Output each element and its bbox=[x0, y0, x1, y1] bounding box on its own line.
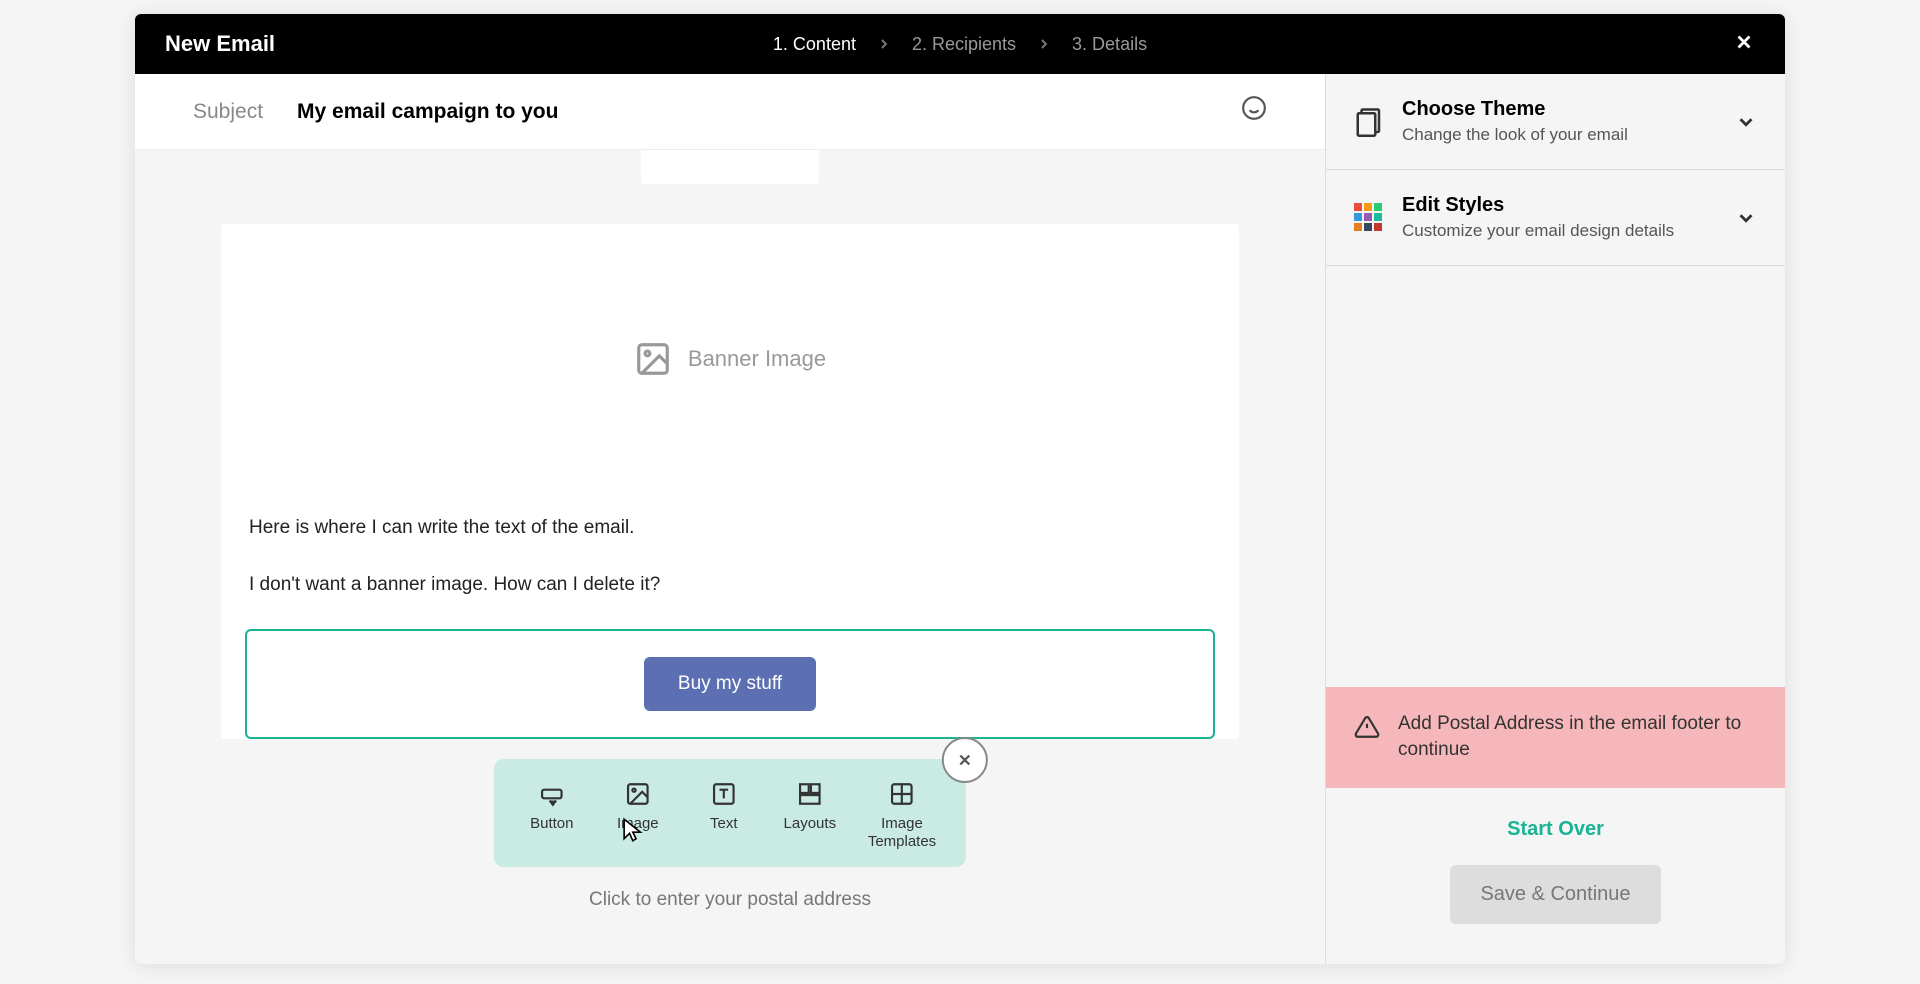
step-details[interactable]: 3. Details bbox=[1072, 34, 1147, 55]
email-composer-modal: New Email 1. Content 2. Recipients 3. De… bbox=[135, 14, 1785, 964]
cta-button[interactable]: Buy my stuff bbox=[644, 657, 816, 711]
chevron-right-icon bbox=[1036, 36, 1052, 52]
chevron-down-icon bbox=[1735, 111, 1757, 133]
theme-icon bbox=[1354, 107, 1384, 137]
subject-label: Subject bbox=[193, 100, 263, 124]
save-label: Save & Continue bbox=[1480, 883, 1630, 905]
add-image[interactable]: Image bbox=[610, 781, 666, 851]
emoji-button[interactable] bbox=[1241, 95, 1267, 128]
add-label: Image bbox=[617, 815, 659, 833]
right-sidebar: Choose Theme Change the look of your ema… bbox=[1325, 74, 1785, 964]
image-icon bbox=[625, 781, 651, 807]
smiley-icon bbox=[1241, 95, 1267, 121]
step-content[interactable]: 1. Content bbox=[773, 34, 856, 55]
add-image-templates[interactable]: Image Templates bbox=[868, 781, 936, 851]
sidebar-spacer bbox=[1326, 266, 1785, 687]
add-label: Image Templates bbox=[868, 815, 936, 851]
start-over-button[interactable]: Start Over bbox=[1507, 818, 1604, 841]
add-text[interactable]: Text bbox=[696, 781, 752, 851]
close-icon bbox=[956, 751, 974, 769]
editor-column: Subject My email campaign to you Banner … bbox=[135, 74, 1325, 964]
top-spacer-block[interactable] bbox=[641, 150, 819, 184]
chevron-right-icon bbox=[876, 36, 892, 52]
panel-sub: Change the look of your email bbox=[1402, 125, 1717, 145]
postal-address-hint[interactable]: Click to enter your postal address bbox=[221, 889, 1239, 911]
start-over-label: Start Over bbox=[1507, 818, 1604, 840]
panel-texts: Edit Styles Customize your email design … bbox=[1402, 194, 1717, 241]
banner-label: Banner Image bbox=[688, 346, 826, 372]
close-icon bbox=[1733, 31, 1755, 53]
panel-title: Edit Styles bbox=[1402, 194, 1717, 217]
button-icon bbox=[539, 781, 565, 807]
sidebar-actions: Start Over Save & Continue bbox=[1326, 788, 1785, 964]
add-label: Button bbox=[530, 815, 573, 833]
add-element-menu: Button Image Text bbox=[494, 759, 966, 867]
subject-value: My email campaign to you bbox=[297, 100, 558, 124]
button-block-selected[interactable]: Buy my stuff Button bbox=[245, 629, 1215, 739]
templates-icon bbox=[889, 781, 915, 807]
choose-theme-panel[interactable]: Choose Theme Change the look of your ema… bbox=[1326, 74, 1785, 170]
postal-address-alert: Add Postal Address in the email footer t… bbox=[1326, 687, 1785, 788]
styles-icon bbox=[1354, 203, 1384, 233]
panel-title: Choose Theme bbox=[1402, 98, 1717, 121]
cta-label: Buy my stuff bbox=[678, 673, 782, 694]
banner-image-placeholder[interactable]: Banner Image bbox=[221, 224, 1239, 494]
add-button[interactable]: Button bbox=[524, 781, 580, 851]
add-layouts[interactable]: Layouts bbox=[782, 781, 838, 851]
modal-body: Subject My email campaign to you Banner … bbox=[135, 74, 1785, 964]
add-label: Text bbox=[710, 815, 738, 833]
edit-styles-panel[interactable]: Edit Styles Customize your email design … bbox=[1326, 170, 1785, 266]
email-canvas: Banner Image Here is where I can write t… bbox=[135, 150, 1325, 964]
add-label: Layouts bbox=[784, 815, 837, 833]
close-button[interactable] bbox=[1733, 29, 1755, 60]
warning-icon bbox=[1354, 714, 1380, 740]
modal-header: New Email 1. Content 2. Recipients 3. De… bbox=[135, 14, 1785, 74]
email-text-block[interactable]: Here is where I can write the text of th… bbox=[221, 494, 1239, 619]
alert-text: Add Postal Address in the email footer t… bbox=[1398, 711, 1757, 764]
save-continue-button[interactable]: Save & Continue bbox=[1450, 865, 1660, 924]
wizard-steps: 1. Content 2. Recipients 3. Details bbox=[773, 34, 1147, 55]
text-line: I don't want a banner image. How can I d… bbox=[249, 571, 1211, 600]
text-line: Here is where I can write the text of th… bbox=[249, 514, 1211, 543]
text-icon bbox=[711, 781, 737, 807]
chevron-down-icon bbox=[1735, 207, 1757, 229]
modal-title: New Email bbox=[165, 31, 275, 57]
panel-texts: Choose Theme Change the look of your ema… bbox=[1402, 98, 1717, 145]
layouts-icon bbox=[797, 781, 823, 807]
email-card: Banner Image Here is where I can write t… bbox=[221, 224, 1239, 739]
image-icon bbox=[634, 340, 672, 378]
panel-sub: Customize your email design details bbox=[1402, 221, 1717, 241]
subject-bar[interactable]: Subject My email campaign to you bbox=[135, 74, 1325, 150]
close-menu-button[interactable] bbox=[942, 737, 988, 783]
step-recipients[interactable]: 2. Recipients bbox=[912, 34, 1016, 55]
